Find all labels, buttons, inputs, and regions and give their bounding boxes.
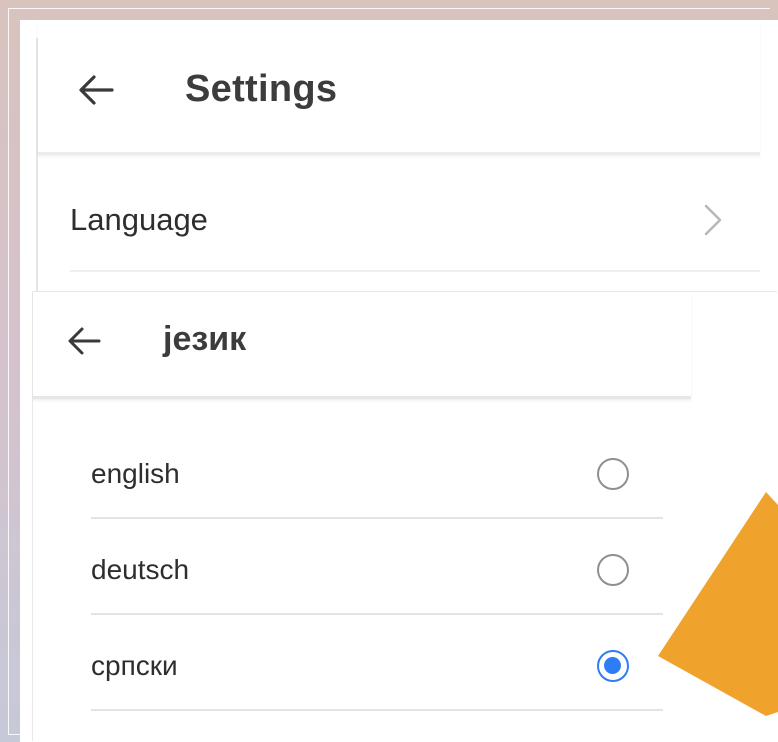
language-option-deutsch[interactable]: deutsch bbox=[91, 520, 663, 615]
frame-left-line bbox=[8, 8, 9, 734]
radio-button[interactable] bbox=[597, 554, 629, 586]
frame-top-line bbox=[8, 8, 770, 9]
arrow-left-icon[interactable] bbox=[67, 326, 101, 356]
page-title: језик bbox=[163, 320, 247, 358]
chevron-right-icon bbox=[704, 204, 722, 236]
language-screen: језик english deutsch српски bbox=[33, 292, 778, 742]
settings-app-bar: Settings bbox=[38, 20, 760, 155]
arrow-left-icon[interactable] bbox=[78, 74, 114, 106]
language-option-list: english deutsch српски bbox=[91, 424, 663, 712]
option-label: deutsch bbox=[91, 554, 190, 585]
language-app-bar: језик bbox=[33, 292, 691, 399]
settings-item-language[interactable]: Language bbox=[70, 180, 760, 272]
radio-button[interactable] bbox=[597, 458, 629, 490]
option-label: english bbox=[91, 458, 180, 489]
settings-item-label: Language bbox=[70, 202, 208, 237]
radio-button-selected[interactable] bbox=[597, 650, 629, 682]
option-label: српски bbox=[91, 650, 178, 681]
language-option-serbian[interactable]: српски bbox=[91, 616, 663, 711]
page-title: Settings bbox=[185, 68, 338, 110]
language-option-english[interactable]: english bbox=[91, 424, 663, 519]
